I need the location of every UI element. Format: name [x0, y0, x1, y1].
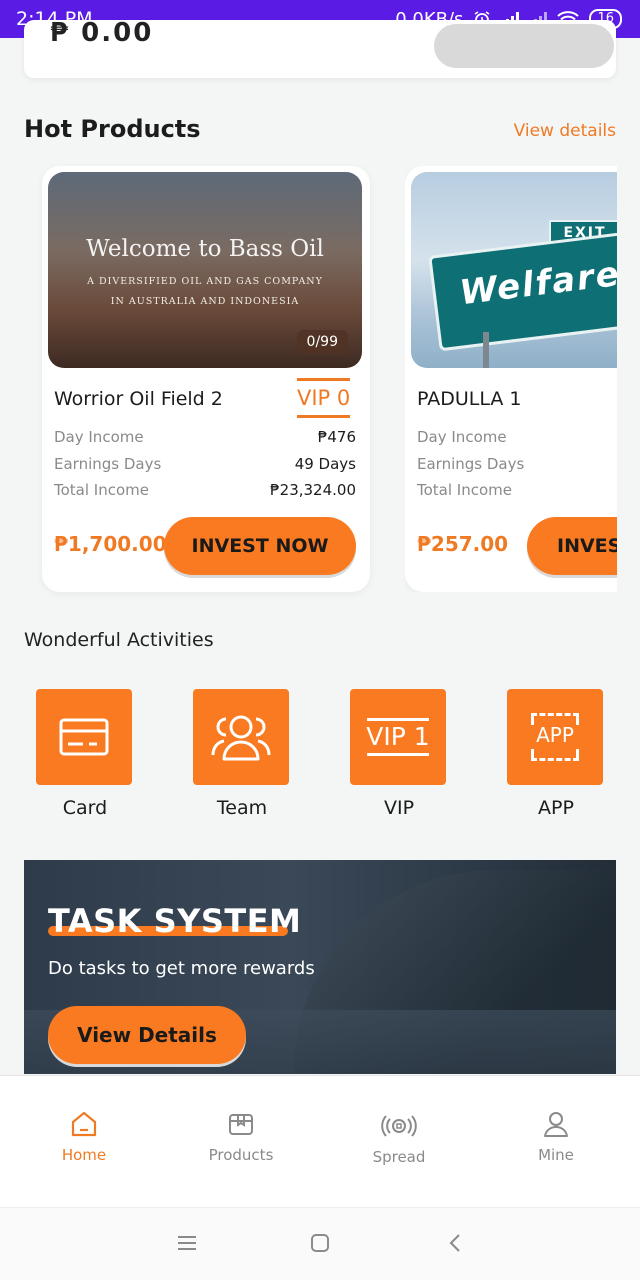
banner-subtitle: Do tasks to get more rewards — [48, 958, 315, 979]
bottom-nav: Home Products Spread Mine — [0, 1075, 640, 1207]
invest-now-button[interactable]: INVEST NOW — [527, 517, 617, 575]
activity-app[interactable]: APP APP — [507, 689, 605, 819]
day-income-row: Day Income ₱476 — [54, 428, 356, 446]
invest-now-button[interactable]: INVEST NOW — [164, 517, 356, 575]
balance-card: ₱ 0.00 — [24, 20, 616, 78]
activities-title: Wonderful Activities — [24, 629, 214, 651]
total-income-label: Total Income — [54, 481, 149, 499]
banner-title: TASK SYSTEM — [48, 902, 302, 940]
menu-icon[interactable] — [176, 1232, 198, 1258]
earning-days-label: Earnings Days — [417, 455, 525, 473]
product-image-title: Welcome to Bass Oil — [86, 236, 324, 262]
product-card[interactable]: EXIT Welfare PADULLA 1 Day Income Earnin… — [405, 166, 617, 592]
nav-label: Mine — [538, 1146, 574, 1164]
product-name: PADULLA 1 — [417, 388, 522, 410]
team-icon — [193, 689, 289, 785]
view-details-link[interactable]: View details — [514, 121, 616, 141]
box-icon — [181, 1106, 301, 1142]
balance-amount: ₱ 0.00 — [50, 20, 154, 48]
vip-icon: VIP 1 — [350, 689, 446, 785]
product-name: Worrior Oil Field 2 — [54, 388, 223, 410]
vip-icon-text: VIP 1 — [366, 722, 430, 751]
nav-label: Spread — [372, 1148, 426, 1166]
activity-vip[interactable]: VIP 1 VIP — [350, 689, 448, 819]
nav-mine[interactable]: Mine — [496, 1106, 616, 1164]
sign-pole — [483, 332, 489, 368]
day-income-row: Day Income — [417, 428, 617, 446]
total-income-row: Total Income ₱23,324.00 — [54, 481, 356, 499]
spread-icon — [339, 1108, 459, 1144]
system-nav-bar — [0, 1207, 640, 1280]
hot-products-title: Hot Products — [24, 115, 201, 143]
product-image-line: A DIVERSIFIED OIL AND GAS COMPANY — [87, 276, 323, 287]
card-icon — [36, 689, 132, 785]
product-image: Welcome to Bass Oil A DIVERSIFIED OIL AN… — [48, 172, 362, 368]
home-square-icon[interactable] — [309, 1232, 331, 1258]
product-card[interactable]: Welcome to Bass Oil A DIVERSIFIED OIL AN… — [42, 166, 370, 592]
day-income-value: ₱476 — [317, 428, 356, 446]
earning-days-label: Earnings Days — [54, 455, 162, 473]
product-price: ₱257.00 — [417, 532, 509, 556]
earning-days-value: 49 Days — [294, 455, 356, 473]
user-icon — [496, 1106, 616, 1142]
activity-team[interactable]: Team — [193, 689, 291, 819]
day-income-label: Day Income — [54, 428, 144, 446]
earning-days-row: Earnings Days — [417, 455, 617, 473]
nav-label: Home — [61, 1146, 107, 1164]
welfare-sign: Welfare — [428, 220, 617, 352]
activity-label: VIP — [383, 797, 415, 819]
earning-days-row: Earnings Days 49 Days — [54, 455, 356, 473]
activity-label: APP — [538, 797, 574, 819]
activity-card[interactable]: Card — [36, 689, 134, 819]
welfare-sign-text: Welfare — [457, 253, 617, 314]
product-card-clip: EXIT Welfare PADULLA 1 Day Income Earnin… — [405, 166, 617, 592]
nav-spread[interactable]: Spread — [339, 1108, 459, 1166]
nav-products[interactable]: Products — [181, 1106, 301, 1164]
app-icon-text: APP — [536, 723, 574, 747]
vip-badge: VIP 0 — [297, 378, 351, 418]
product-image: EXIT Welfare — [411, 172, 617, 368]
app-icon: APP — [507, 689, 603, 785]
activity-label: Card — [62, 797, 108, 819]
home-icon — [24, 1106, 144, 1142]
product-image-line: IN AUSTRALIA AND INDONESIA — [110, 296, 300, 307]
total-income-value: ₱23,324.00 — [270, 481, 356, 499]
balance-action-button[interactable] — [434, 24, 614, 68]
stock-badge: 0/99 — [296, 330, 348, 354]
back-icon[interactable] — [444, 1232, 466, 1258]
task-system-banner[interactable]: TASK SYSTEM Do tasks to get more rewards… — [24, 860, 616, 1074]
view-details-button[interactable]: View Details — [48, 1006, 246, 1064]
total-income-row: Total Income — [417, 481, 617, 499]
total-income-label: Total Income — [417, 481, 512, 499]
nav-label: Products — [208, 1146, 274, 1164]
nav-home[interactable]: Home — [24, 1106, 144, 1164]
activity-label: Team — [216, 797, 268, 819]
product-price: ₱1,700.00 — [54, 532, 167, 556]
day-income-label: Day Income — [417, 428, 507, 446]
